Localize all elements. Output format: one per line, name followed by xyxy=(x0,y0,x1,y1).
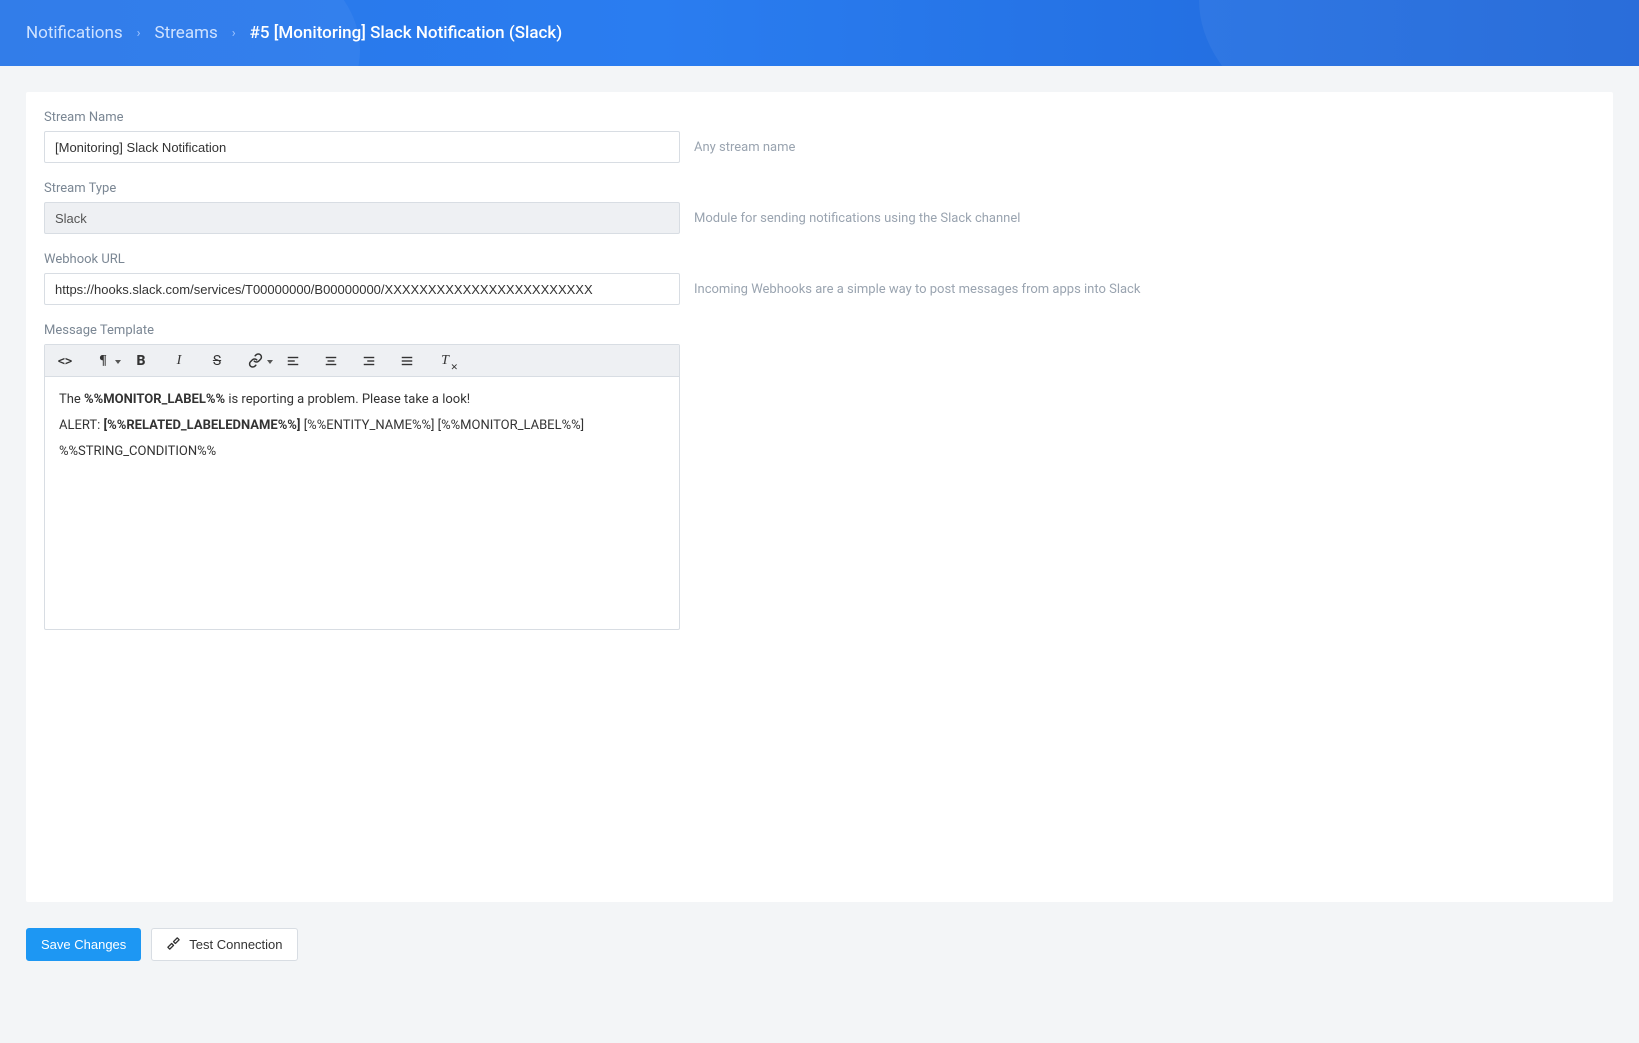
row-stream-type: Stream Type Module for sending notificat… xyxy=(44,181,1595,234)
template-text: The xyxy=(59,392,84,407)
message-template-body[interactable]: The %%MONITOR_LABEL%% is reporting a pro… xyxy=(45,377,679,629)
stream-type-input xyxy=(44,202,680,234)
align-justify-icon[interactable] xyxy=(397,351,417,371)
template-token: [%%RELATED_LABELEDNAME%%] xyxy=(104,418,301,433)
webhook-url-input[interactable] xyxy=(44,273,680,305)
rich-text-editor: <> ¶ B I S xyxy=(44,344,680,630)
page-header: Notifications › Streams › #5 [Monitoring… xyxy=(0,0,1639,66)
align-center-icon[interactable] xyxy=(321,351,341,371)
align-left-icon[interactable] xyxy=(283,351,303,371)
help-webhook-url: Incoming Webhooks are a simple way to po… xyxy=(680,252,1140,297)
save-button[interactable]: Save Changes xyxy=(26,928,141,961)
stream-name-input[interactable] xyxy=(44,131,680,163)
breadcrumb: Notifications › Streams › #5 [Monitoring… xyxy=(26,23,562,43)
italic-icon[interactable]: I xyxy=(169,351,189,371)
code-view-icon[interactable]: <> xyxy=(55,351,75,371)
strikethrough-icon[interactable]: S xyxy=(207,351,227,371)
template-text: is reporting a problem. Please take a lo… xyxy=(225,392,470,407)
row-message-template: Message Template <> ¶ B I S xyxy=(44,323,1595,630)
chevron-right-icon: › xyxy=(137,26,141,41)
test-connection-label: Test Connection xyxy=(189,937,282,952)
action-footer: Save Changes Test Connection xyxy=(26,928,1613,961)
template-text: ALERT: xyxy=(59,418,104,433)
breadcrumb-current: #5 [Monitoring] Slack Notification (Slac… xyxy=(250,23,563,43)
template-token: %%MONITOR_LABEL%% xyxy=(84,392,225,407)
template-text: [%%ENTITY_NAME%%] [%%MONITOR_LABEL%%] xyxy=(301,418,585,433)
row-webhook-url: Webhook URL Incoming Webhooks are a simp… xyxy=(44,252,1595,305)
label-stream-name: Stream Name xyxy=(44,110,680,125)
help-stream-name: Any stream name xyxy=(680,110,795,155)
clear-formatting-icon[interactable]: T✕ xyxy=(435,351,455,371)
form-panel: Stream Name Any stream name Stream Type … xyxy=(26,92,1613,902)
plug-icon xyxy=(166,936,181,954)
link-icon[interactable] xyxy=(245,351,265,371)
breadcrumb-streams[interactable]: Streams xyxy=(155,23,218,43)
label-stream-type: Stream Type xyxy=(44,181,680,196)
row-stream-name: Stream Name Any stream name xyxy=(44,110,1595,163)
template-text: %%STRING_CONDITION%% xyxy=(59,444,216,459)
editor-toolbar: <> ¶ B I S xyxy=(45,345,679,377)
paragraph-format-icon[interactable]: ¶ xyxy=(93,351,113,371)
breadcrumb-notifications[interactable]: Notifications xyxy=(26,23,123,43)
label-webhook-url: Webhook URL xyxy=(44,252,680,267)
label-message-template: Message Template xyxy=(44,323,154,338)
help-stream-type: Module for sending notifications using t… xyxy=(680,181,1020,226)
bold-icon[interactable]: B xyxy=(131,351,151,371)
chevron-right-icon: › xyxy=(232,26,236,41)
align-right-icon[interactable] xyxy=(359,351,379,371)
test-connection-button[interactable]: Test Connection xyxy=(151,928,297,961)
